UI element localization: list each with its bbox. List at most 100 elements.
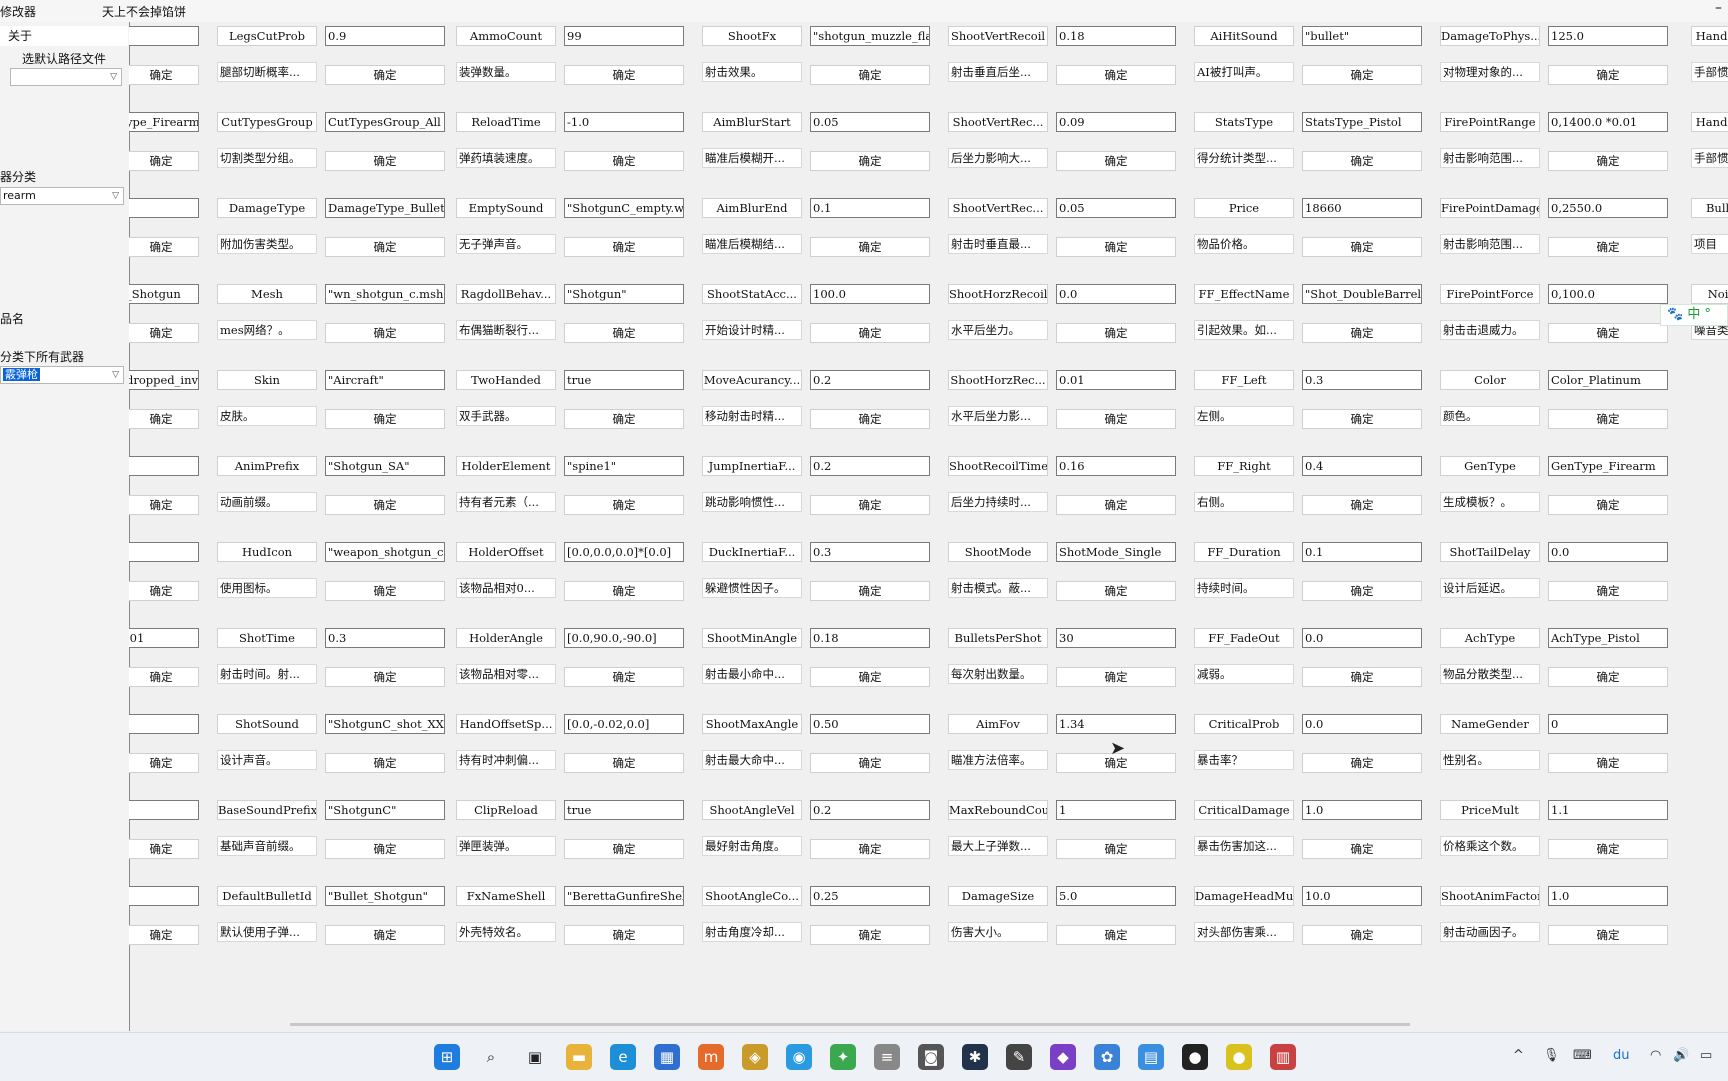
confirm-button[interactable]: 确定 (564, 667, 684, 687)
property-value-input[interactable]: 0,100.0 (1548, 284, 1668, 304)
confirm-button[interactable]: 确定 (1302, 65, 1422, 85)
property-value-input[interactable]: 0.25 (810, 886, 930, 906)
property-value-input[interactable]: 0.05 (1056, 198, 1176, 218)
confirm-button[interactable]: 确定 (1056, 667, 1176, 687)
app-yellow-icon[interactable]: ● (1226, 1044, 1252, 1070)
property-value-input[interactable]: 0.0 (1302, 714, 1422, 734)
weapon-combobox[interactable]: 霰弹枪 ▽ (0, 366, 124, 384)
property-value-input[interactable]: 0 (1548, 714, 1668, 734)
property-value-input[interactable]: [0.0,0.0,0.0]*[0.0] (564, 542, 684, 562)
property-value-input[interactable]: 0.2 (810, 800, 930, 820)
confirm-button[interactable]: 确定 (325, 839, 445, 859)
confirm-button[interactable]: 确定 (1056, 323, 1176, 343)
search-icon[interactable]: ⌕ (478, 1044, 504, 1070)
confirm-button[interactable]: 确定 (564, 839, 684, 859)
confirm-button[interactable]: 确定 (129, 65, 199, 85)
property-value-input[interactable] (129, 714, 199, 734)
property-value-input[interactable]: 0.2 (810, 370, 930, 390)
property-value-input[interactable]: 0.09 (1056, 112, 1176, 132)
property-value-input[interactable]: 100.0 (810, 284, 930, 304)
property-value-input[interactable]: 0,1400.0 *0.01 (1548, 112, 1668, 132)
app-red-icon[interactable]: ● (1182, 1044, 1208, 1070)
property-value-input[interactable]: "Shotgun" (564, 284, 684, 304)
confirm-button[interactable]: 确定 (810, 323, 930, 343)
confirm-button[interactable]: 确定 (1056, 581, 1176, 601)
property-value-input[interactable]: 0.3 (810, 542, 930, 562)
confirm-button[interactable]: 确定 (1302, 323, 1422, 343)
language-indicator[interactable]: du (1613, 1048, 1630, 1063)
visual-studio-icon[interactable]: ◆ (1050, 1044, 1076, 1070)
confirm-button[interactable]: 确定 (1548, 237, 1668, 257)
property-value-input[interactable]: "weapon_shotgun_c" (325, 542, 445, 562)
property-value-input[interactable]: 99 (564, 26, 684, 46)
property-value-input[interactable]: 5.0 (1056, 886, 1176, 906)
confirm-button[interactable]: 确定 (325, 237, 445, 257)
confirm-button[interactable]: 确定 (1056, 409, 1176, 429)
confirm-button[interactable]: 确定 (564, 237, 684, 257)
property-value-input[interactable]: 18660 (1302, 198, 1422, 218)
confirm-button[interactable]: 确定 (129, 925, 199, 945)
confirm-button[interactable]: 确定 (1302, 495, 1422, 515)
confirm-button[interactable]: 确定 (810, 151, 930, 171)
about-menu-item[interactable]: 关于 (0, 26, 128, 46)
property-value-input[interactable]: 0.01 (1056, 370, 1176, 390)
property-value-input[interactable]: 125.0 (1548, 26, 1668, 46)
ime-indicator[interactable]: 🐾 中 ° (1660, 304, 1728, 326)
property-value-input[interactable]: StatsType_Pistol (1302, 112, 1422, 132)
property-value-input[interactable]: -1.0 (564, 112, 684, 132)
property-value-input[interactable] (129, 800, 199, 820)
confirm-button[interactable]: 确定 (1302, 753, 1422, 773)
confirm-button[interactable]: 确定 (810, 495, 930, 515)
property-value-input[interactable]: "ShotgunC" (325, 800, 445, 820)
app-photos-icon[interactable]: ▤ (1138, 1044, 1164, 1070)
confirm-button[interactable]: 确定 (810, 409, 930, 429)
file-explorer-icon[interactable]: ▬ (566, 1044, 592, 1070)
wifi-icon[interactable]: ◠ (1650, 1048, 1661, 1063)
property-value-input[interactable]: "shotgun_muzzle_fla (810, 26, 930, 46)
microphone-icon[interactable]: 🎙 (1543, 1048, 1560, 1063)
property-value-input[interactable]: 1.34 (1056, 714, 1176, 734)
property-value-input[interactable]: 0.4 (1302, 456, 1422, 476)
property-value-input[interactable]: "ShotgunC_shot_XX.w (325, 714, 445, 734)
confirm-button[interactable]: 确定 (564, 65, 684, 85)
confirm-button[interactable]: 确定 (1548, 323, 1668, 343)
property-value-input[interactable]: "Aircraft" (325, 370, 445, 390)
property-value-input[interactable]: 0.1 (1302, 542, 1422, 562)
property-value-input[interactable]: GenType_Firearm (1548, 456, 1668, 476)
confirm-button[interactable]: 确定 (1056, 65, 1176, 85)
confirm-button[interactable]: 确定 (1302, 667, 1422, 687)
property-value-input[interactable]: dropped_inv (129, 370, 199, 390)
app-mi-icon[interactable]: m (698, 1044, 724, 1070)
property-value-input[interactable]: true (564, 370, 684, 390)
property-value-input[interactable]: 0.18 (1056, 26, 1176, 46)
confirm-button[interactable]: 确定 (129, 753, 199, 773)
property-value-input[interactable]: [0.0,90.0,-90.0] (564, 628, 684, 648)
property-value-input[interactable]: "Shot_DoubleBarrel" (1302, 284, 1422, 304)
property-value-input[interactable]: 0.18 (810, 628, 930, 648)
app-stack-icon[interactable]: ≡ (874, 1044, 900, 1070)
property-value-input[interactable]: 0.05 (810, 112, 930, 132)
confirm-button[interactable]: 确定 (325, 925, 445, 945)
confirm-button[interactable]: 确定 (810, 237, 930, 257)
confirm-button[interactable]: 确定 (1302, 925, 1422, 945)
confirm-button[interactable]: 确定 (1302, 581, 1422, 601)
confirm-button[interactable]: 确定 (1056, 151, 1176, 171)
confirm-button[interactable]: 确定 (1548, 65, 1668, 85)
windows-start-icon[interactable]: ⊞ (434, 1044, 460, 1070)
confirm-button[interactable]: 确定 (564, 151, 684, 171)
property-value-input[interactable]: "Shotgun_SA" (325, 456, 445, 476)
property-value-input[interactable]: 0.0 (1302, 628, 1422, 648)
property-value-input[interactable]: ShotMode_Single (1056, 542, 1176, 562)
property-value-input[interactable]: _Shotgun (129, 284, 199, 304)
property-value-input[interactable]: 0.2 (810, 456, 930, 476)
confirm-button[interactable]: 确定 (564, 409, 684, 429)
path-file-button[interactable]: 选默认路径文件 (22, 50, 106, 67)
confirm-button[interactable]: 确定 (1548, 581, 1668, 601)
confirm-button[interactable]: 确定 (129, 667, 199, 687)
property-value-input[interactable] (129, 542, 199, 562)
confirm-button[interactable]: 确定 (1548, 839, 1668, 859)
confirm-button[interactable]: 确定 (129, 839, 199, 859)
minimize-button[interactable]: – (1715, 0, 1722, 16)
confirm-button[interactable]: 确定 (564, 323, 684, 343)
property-value-input[interactable]: 30 (1056, 628, 1176, 648)
